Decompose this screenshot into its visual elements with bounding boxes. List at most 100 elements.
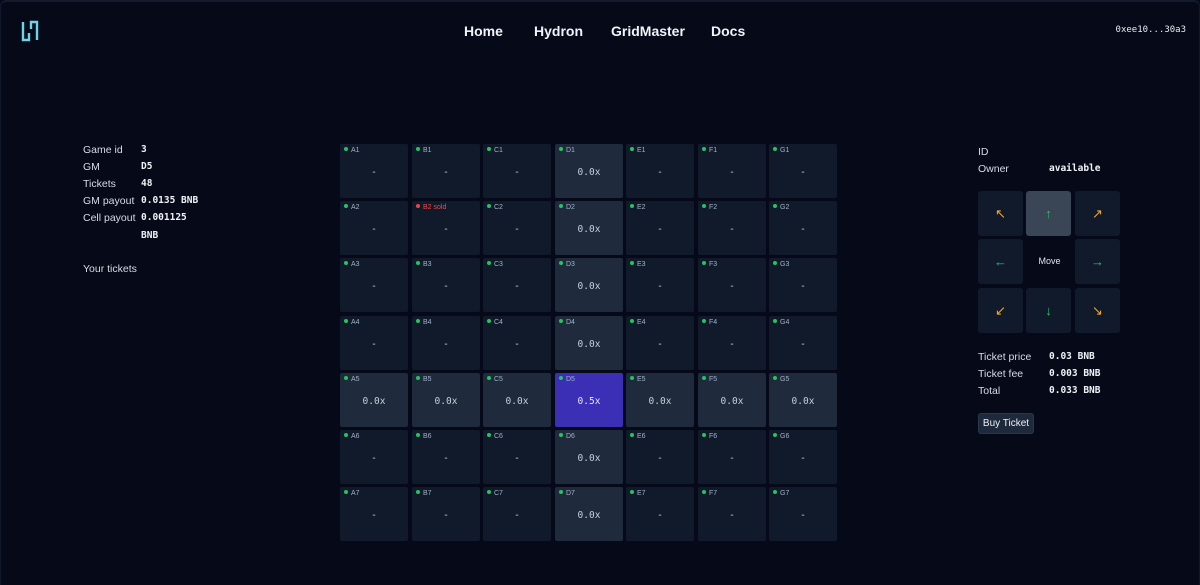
move-down-left-arrow-icon: ↙ <box>995 303 1006 318</box>
nav-home[interactable]: Home <box>464 23 503 39</box>
grid-cell-g4[interactable]: G4 - <box>769 316 837 370</box>
available-dot-icon <box>416 376 420 381</box>
move-right-button[interactable]: → <box>1075 239 1120 284</box>
grid-cell-c7[interactable]: C7 - <box>483 487 551 541</box>
cell-value: - <box>657 510 663 521</box>
grid-cell-e1[interactable]: E1 - <box>626 144 694 198</box>
grid-cell-f1[interactable]: F1 - <box>698 144 766 198</box>
move-up-right-button[interactable]: ↗ <box>1075 191 1120 236</box>
grid-cell-c4[interactable]: C4 - <box>483 316 551 370</box>
grid-cell-d5[interactable]: D5 0.5x <box>555 373 623 427</box>
grid-cell-f5[interactable]: F5 0.0x <box>698 373 766 427</box>
grid-cell-b1[interactable]: B1 - <box>412 144 480 198</box>
cell-value: 0.5x <box>577 396 601 407</box>
nav-hydron[interactable]: Hydron <box>534 23 583 39</box>
cell-label: G2 <box>773 204 789 211</box>
grid-cell-b5[interactable]: B5 0.0x <box>412 373 480 427</box>
grid-cell-e5[interactable]: E5 0.0x <box>626 373 694 427</box>
available-dot-icon <box>559 490 563 495</box>
grid-cell-f7[interactable]: F7 - <box>698 487 766 541</box>
move-up-left-button[interactable]: ↖ <box>978 191 1023 236</box>
wallet-address-button[interactable]: 0xee10...30a3 <box>1116 25 1186 35</box>
grid-cell-g2[interactable]: G2 - <box>769 201 837 255</box>
available-dot-icon <box>416 319 420 324</box>
cell-label-text: D4 <box>566 319 575 326</box>
grid-cell-d7[interactable]: D7 0.0x <box>555 487 623 541</box>
cell-label-text: D5 <box>566 376 575 383</box>
move-down-right-arrow-icon: ↘ <box>1092 303 1103 318</box>
cell-value: - <box>443 453 449 464</box>
info-label: GM payout <box>83 195 135 207</box>
grid-cell-g6[interactable]: G6 - <box>769 430 837 484</box>
available-dot-icon <box>702 319 706 324</box>
move-left-button[interactable]: ← <box>978 239 1023 284</box>
buy-ticket-button[interactable]: Buy Ticket <box>978 413 1034 434</box>
grid-cell-e4[interactable]: E4 - <box>626 316 694 370</box>
grid-cell-b6[interactable]: B6 - <box>412 430 480 484</box>
cell-label: D6 <box>559 433 575 440</box>
move-label: Move <box>1038 256 1061 266</box>
grid-cell-d3[interactable]: D3 0.0x <box>555 258 623 312</box>
grid-cell-a6[interactable]: A6 - <box>340 430 408 484</box>
available-dot-icon <box>702 147 706 152</box>
move-up-button[interactable]: ↑ <box>1026 191 1071 236</box>
grid-cell-b2[interactable]: B2 sold - <box>412 201 480 255</box>
info-label: Game id <box>83 144 123 156</box>
cell-label-text: D3 <box>566 261 575 268</box>
available-dot-icon <box>344 204 348 209</box>
grid-cell-c6[interactable]: C6 - <box>483 430 551 484</box>
grid-cell-f4[interactable]: F4 - <box>698 316 766 370</box>
grid-cell-a2[interactable]: A2 - <box>340 201 408 255</box>
grid-cell-a4[interactable]: A4 - <box>340 316 408 370</box>
cell-label: D3 <box>559 261 575 268</box>
grid-cell-b7[interactable]: B7 - <box>412 487 480 541</box>
grid-cell-g7[interactable]: G7 - <box>769 487 837 541</box>
grid-cell-b4[interactable]: B4 - <box>412 316 480 370</box>
cell-value: - <box>800 453 806 464</box>
grid-cell-g5[interactable]: G5 0.0x <box>769 373 837 427</box>
cell-value: - <box>371 339 377 350</box>
grid-cell-f6[interactable]: F6 - <box>698 430 766 484</box>
cell-label: D2 <box>559 204 575 211</box>
grid-cell-e2[interactable]: E2 - <box>626 201 694 255</box>
cell-label-text: A4 <box>351 319 360 326</box>
grid-cell-a5[interactable]: A5 0.0x <box>340 373 408 427</box>
cell-value: - <box>371 510 377 521</box>
cell-value: 0.0x <box>577 510 601 521</box>
cell-label: C1 <box>487 147 503 154</box>
grid-cell-d1[interactable]: D1 0.0x <box>555 144 623 198</box>
grid-cell-g1[interactable]: G1 - <box>769 144 837 198</box>
available-dot-icon <box>773 490 777 495</box>
grid-cell-e6[interactable]: E6 - <box>626 430 694 484</box>
grid-cell-f3[interactable]: F3 - <box>698 258 766 312</box>
cell-label-text: E4 <box>637 319 646 326</box>
nav-gridmaster[interactable]: GridMaster <box>611 23 685 39</box>
grid-cell-c2[interactable]: C2 - <box>483 201 551 255</box>
cell-label-text: F1 <box>709 147 718 154</box>
grid-cell-d4[interactable]: D4 0.0x <box>555 316 623 370</box>
cell-label-text: F4 <box>709 319 718 326</box>
available-dot-icon <box>487 204 491 209</box>
grid-cell-a1[interactable]: A1 - <box>340 144 408 198</box>
grid-cell-a7[interactable]: A7 - <box>340 487 408 541</box>
grid-cell-c3[interactable]: C3 - <box>483 258 551 312</box>
grid-cell-e7[interactable]: E7 - <box>626 487 694 541</box>
cell-value: - <box>443 224 449 235</box>
cell-value: - <box>657 224 663 235</box>
move-down-left-button[interactable]: ↙ <box>978 288 1023 333</box>
grid-cell-a3[interactable]: A3 - <box>340 258 408 312</box>
move-down-button[interactable]: ↓ <box>1026 288 1071 333</box>
grid-cell-b3[interactable]: B3 - <box>412 258 480 312</box>
grid-cell-d6[interactable]: D6 0.0x <box>555 430 623 484</box>
grid-cell-c5[interactable]: C5 0.0x <box>483 373 551 427</box>
grid-cell-c1[interactable]: C1 - <box>483 144 551 198</box>
cell-label-text: A3 <box>351 261 360 268</box>
grid-cell-d2[interactable]: D2 0.0x <box>555 201 623 255</box>
cell-label: B3 <box>416 261 432 268</box>
grid-cell-f2[interactable]: F2 - <box>698 201 766 255</box>
move-down-right-button[interactable]: ↘ <box>1075 288 1120 333</box>
grid-cell-g3[interactable]: G3 - <box>769 258 837 312</box>
cell-label-text: A2 <box>351 204 360 211</box>
grid-cell-e3[interactable]: E3 - <box>626 258 694 312</box>
nav-docs[interactable]: Docs <box>711 23 745 39</box>
